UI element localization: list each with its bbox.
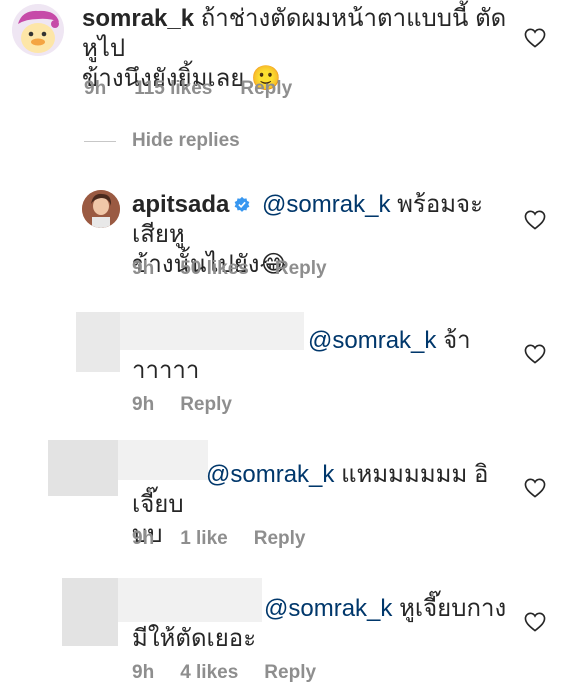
reply-button[interactable]: Reply <box>275 258 327 280</box>
reply-text-line1: จ้า <box>443 327 471 354</box>
comment-meta: 9h 115 likes Reply <box>84 78 292 100</box>
blurred-avatar <box>76 312 120 372</box>
reply-username[interactable]: apitsada <box>132 191 229 218</box>
reply-time: 9h <box>132 528 155 549</box>
reply-button[interactable]: Reply <box>240 78 292 100</box>
comment-username[interactable]: somrak_k <box>82 5 194 32</box>
reply-likes[interactable]: 4 likes <box>180 662 238 684</box>
heart-outline-icon[interactable] <box>524 478 546 498</box>
avatar-apitsada[interactable] <box>82 190 120 228</box>
reply-button[interactable]: Reply <box>254 528 306 550</box>
reply-mention[interactable]: @somrak_k <box>308 327 436 354</box>
comment-somrak: somrak_k ถ้าช่างตัดผมหน้าตาแบบนี้ ตัดหูไ… <box>0 0 580 110</box>
reply-anonymous-3: @somrak_k หูเจี๊ยบกาง มีให้ตัดเยอะ 9h 4 … <box>0 576 580 696</box>
duck-avatar-icon <box>12 4 64 56</box>
avatar-somrak[interactable] <box>12 4 64 56</box>
reply-time: 9h <box>132 394 155 415</box>
hide-replies-toggle[interactable]: Hide replies <box>84 130 240 152</box>
reply-text-line2: าาาาา <box>132 357 200 384</box>
divider <box>84 140 116 142</box>
reply-meta: 9h 1 like Reply <box>132 528 305 550</box>
reply-likes[interactable]: 1 like <box>180 528 228 550</box>
reply-anonymous-1: @somrak_k จ้า าาาาา 9h Reply <box>0 310 580 420</box>
reply-meta: 9h 50 likes Reply <box>132 258 327 280</box>
reply-mention[interactable]: @somrak_k <box>264 595 392 622</box>
reply-anonymous-2: @somrak_k แหมมมมมม อิเจี๊ยบ บบ 9h 1 like… <box>0 440 580 560</box>
hide-replies-label[interactable]: Hide replies <box>132 130 240 152</box>
reply-time: 9h <box>132 662 155 683</box>
reply-button[interactable]: Reply <box>180 394 232 416</box>
heart-outline-icon[interactable] <box>524 344 546 364</box>
blurred-avatar <box>48 440 118 496</box>
verified-badge-icon <box>234 196 250 212</box>
reply-text: @somrak_k จ้า าาาาา <box>132 326 512 386</box>
reply-likes[interactable]: 50 likes <box>180 258 249 280</box>
reply-time: 9h <box>132 258 155 279</box>
reply-apitsada: apitsada @somrak_k พร้อมจะเสียหู ข้างนั้… <box>0 180 580 280</box>
comment-likes[interactable]: 115 likes <box>134 78 212 100</box>
reply-mention[interactable]: @somrak_k <box>262 191 390 218</box>
reply-mention[interactable]: @somrak_k <box>206 461 334 488</box>
reply-meta: 9h Reply <box>132 394 232 416</box>
blurred-avatar <box>62 578 118 646</box>
reply-meta: 9h 4 likes Reply <box>132 662 316 684</box>
reply-text-line2: มีให้ตัดเยอะ <box>132 625 257 652</box>
reply-button[interactable]: Reply <box>264 662 316 684</box>
heart-outline-icon[interactable] <box>524 28 546 48</box>
reply-text: @somrak_k หูเจี๊ยบกาง มีให้ตัดเยอะ <box>132 594 512 654</box>
heart-outline-icon[interactable] <box>524 210 546 230</box>
profile-photo-icon <box>82 190 120 228</box>
reply-text-line1: หูเจี๊ยบกาง <box>399 595 507 622</box>
heart-outline-icon[interactable] <box>524 612 546 632</box>
comment-time: 9h <box>84 78 107 99</box>
